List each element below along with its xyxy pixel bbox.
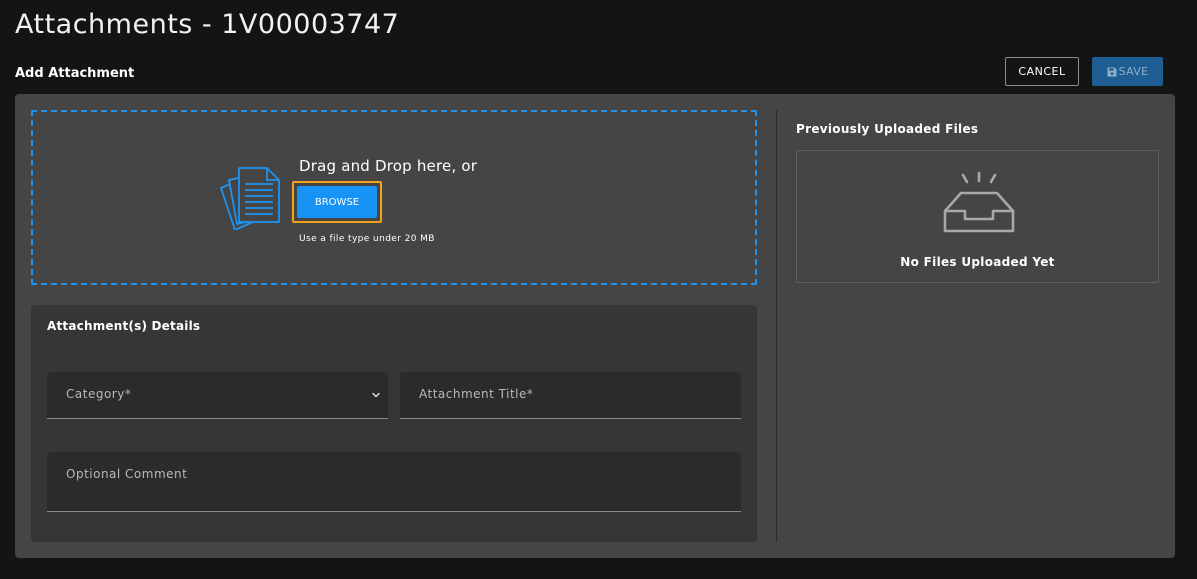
section-title: Add Attachment	[15, 66, 135, 81]
attachment-title-field[interactable]: Attachment Title*	[400, 372, 741, 419]
no-files-text: No Files Uploaded Yet	[900, 255, 1055, 269]
optional-comment-label: Optional Comment	[66, 467, 188, 481]
attachment-title-label: Attachment Title*	[419, 387, 534, 401]
save-button-label: SAVE	[1118, 65, 1149, 78]
attachment-panel: Drag and Drop here, or BROWSE Use a file…	[15, 94, 1175, 558]
attachment-details-card: Attachment(s) Details Category* Attachme…	[31, 305, 757, 542]
previously-uploaded-box: No Files Uploaded Yet	[796, 150, 1159, 283]
chevron-down-icon	[372, 392, 380, 398]
page-title: Attachments - 1V00003747	[15, 9, 400, 40]
save-icon	[1107, 67, 1117, 76]
details-title: Attachment(s) Details	[47, 319, 201, 333]
file-dropzone[interactable]: Drag and Drop here, or BROWSE Use a file…	[31, 110, 757, 285]
browse-button-label: BROWSE	[314, 196, 360, 208]
browse-focus-ring: BROWSE	[292, 181, 382, 223]
previously-uploaded-title: Previously Uploaded Files	[796, 122, 979, 136]
cancel-button-label: CANCEL	[1018, 65, 1066, 78]
drag-drop-text: Drag and Drop here, or	[299, 157, 478, 175]
category-label: Category*	[66, 387, 132, 401]
optional-comment-field[interactable]: Optional Comment	[47, 452, 741, 512]
vertical-divider	[776, 110, 777, 542]
browse-button[interactable]: BROWSE	[297, 186, 377, 218]
documents-icon	[220, 167, 280, 230]
empty-tray-icon	[943, 171, 1015, 233]
save-button[interactable]: SAVE	[1092, 57, 1163, 86]
file-size-hint: Use a file type under 20 MB	[299, 234, 435, 244]
cancel-button[interactable]: CANCEL	[1005, 57, 1079, 86]
category-select[interactable]: Category*	[47, 372, 388, 419]
